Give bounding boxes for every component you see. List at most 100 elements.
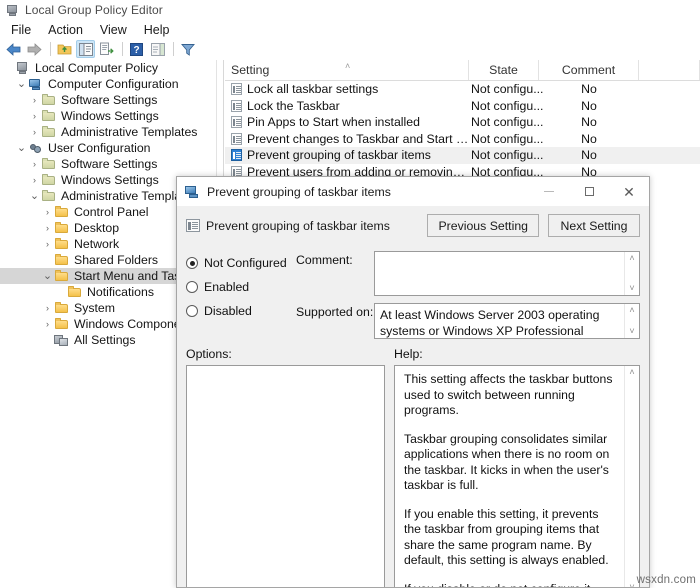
tree-item-administrative-templates[interactable]: › Administrative Templates — [0, 124, 216, 140]
folder-icon — [54, 269, 70, 283]
tree-item-label: Notifications — [87, 285, 154, 299]
setting-icon — [186, 219, 200, 232]
column-header-comment[interactable]: Comment — [539, 60, 639, 80]
chevron-right-icon[interactable]: › — [28, 108, 41, 124]
radio-disabled[interactable]: Disabled — [186, 299, 296, 323]
tree-item-label: Shared Folders — [74, 253, 158, 267]
chevron-none-icon — [41, 332, 54, 348]
chevron-right-icon[interactable]: › — [41, 204, 54, 220]
tree-item-user-configuration[interactable]: ⌄ User Configuration — [0, 140, 216, 156]
cell-state: Not configu... — [469, 148, 539, 162]
folder-icon — [54, 253, 70, 267]
comment-input[interactable]: ˄ ˅ — [374, 251, 640, 296]
tree-item-label: User Configuration — [48, 141, 151, 155]
chevron-right-icon[interactable]: › — [41, 220, 54, 236]
chevron-right-icon[interactable]: › — [28, 156, 41, 172]
show-hide-action-pane-button[interactable] — [148, 40, 167, 58]
menu-bar: File Action View Help — [0, 20, 700, 39]
help-text: This setting affects the taskbar buttons… — [395, 366, 623, 588]
close-button[interactable]: ✕ — [609, 177, 649, 206]
policy-setting-dialog: Prevent grouping of taskbar items ✕ Prev… — [176, 176, 650, 588]
chevron-right-icon[interactable]: › — [41, 300, 54, 316]
previous-setting-button[interactable]: Previous Setting — [427, 214, 539, 237]
tree-item-windows-settings[interactable]: › Windows Settings — [0, 108, 216, 124]
chevron-down-icon[interactable]: ⌄ — [15, 143, 28, 154]
policy-setting-icon — [231, 133, 242, 145]
dialog-subheader: Prevent grouping of taskbar items Previo… — [177, 206, 649, 245]
chevron-right-icon[interactable]: › — [28, 92, 41, 108]
chevron-down-icon[interactable]: ⌄ — [28, 191, 41, 202]
show-hide-console-tree-button[interactable] — [76, 40, 95, 58]
cell-setting: Prevent grouping of taskbar items — [225, 148, 469, 162]
tree-item-label: Administrative Templates — [61, 125, 197, 139]
folder-icon — [41, 173, 57, 187]
toolbar-separator — [50, 42, 51, 56]
menu-item-file[interactable]: File — [8, 21, 39, 39]
chevron-right-icon[interactable]: › — [28, 124, 41, 140]
tree-item-software-settings[interactable]: ›Software Settings — [0, 92, 216, 108]
back-button[interactable] — [4, 40, 23, 58]
scroll-up-icon[interactable]: ˄ — [629, 306, 634, 315]
supported-on-scrollbar[interactable]: ˄ ˅ — [624, 304, 639, 338]
up-one-level-button[interactable] — [55, 40, 74, 58]
radio-not-configured-label: Not Configured — [204, 256, 287, 270]
console-tree-icon — [79, 43, 93, 56]
maximize-button[interactable] — [569, 177, 609, 206]
table-row[interactable]: Lock the TaskbarNot configu...No — [225, 98, 700, 115]
tree-item-computer-configuration[interactable]: ⌄ Computer Configuration — [0, 76, 216, 92]
menu-item-help[interactable]: Help — [141, 21, 178, 39]
table-row[interactable]: Lock all taskbar settingsNot configu...N… — [225, 81, 700, 98]
table-row[interactable]: Prevent grouping of taskbar itemsNot con… — [225, 147, 700, 164]
tree-item-software-settings[interactable]: ›Software Settings — [0, 156, 216, 172]
policy-setting-icon — [231, 83, 242, 95]
chevron-right-icon[interactable]: › — [41, 316, 54, 332]
help-scrollbar[interactable]: ˄ ˅ — [624, 366, 639, 588]
chevron-right-icon[interactable]: › — [28, 172, 41, 188]
folder-icon — [41, 125, 57, 139]
folder-icon — [54, 301, 70, 315]
tree-item-local-computer-policy[interactable]: Local Computer Policy — [0, 60, 216, 76]
comment-field-row: Comment: ˄ ˅ — [296, 251, 640, 296]
radio-not-configured[interactable]: Not Configured — [186, 251, 296, 275]
filter-button[interactable] — [178, 40, 197, 58]
column-header-setting[interactable]: Setting ˄ — [225, 60, 469, 80]
tree-item-label: Windows Settings — [61, 109, 159, 123]
help-button[interactable]: ? — [127, 40, 146, 58]
policy-setting-icon — [231, 149, 242, 161]
comment-scrollbar[interactable]: ˄ ˅ — [624, 252, 639, 295]
filter-funnel-icon — [181, 43, 195, 56]
scroll-down-icon[interactable]: ˅ — [629, 327, 634, 336]
table-row[interactable]: Prevent changes to Taskbar and Start Men… — [225, 131, 700, 148]
dialog-fields: Comment: ˄ ˅ Supported on: At least — [296, 245, 640, 337]
dialog-title-bar: Prevent grouping of taskbar items ✕ — [177, 177, 649, 206]
tree-item-label: Computer Configuration — [48, 77, 179, 91]
scroll-down-icon[interactable]: ˅ — [629, 583, 634, 588]
setting-name: Pin Apps to Start when installed — [247, 115, 420, 129]
options-pane[interactable] — [186, 365, 385, 588]
scroll-up-icon[interactable]: ˄ — [629, 368, 634, 377]
help-paragraph: This setting affects the taskbar buttons… — [404, 372, 614, 419]
setting-name: Lock all taskbar settings — [247, 82, 378, 96]
supported-on-input[interactable]: At least Windows Server 2003 operating s… — [374, 303, 640, 339]
help-pane: This setting affects the taskbar buttons… — [394, 365, 640, 588]
column-header-state[interactable]: State — [469, 60, 539, 80]
menu-item-view[interactable]: View — [97, 21, 135, 39]
folder-icon — [54, 205, 70, 219]
export-list-button[interactable] — [97, 40, 116, 58]
chevron-right-icon[interactable]: › — [41, 236, 54, 252]
dialog-body: Not Configured Enabled Disabled Comment: — [177, 245, 649, 588]
next-setting-button[interactable]: Next Setting — [548, 214, 640, 237]
column-header-state-label: State — [489, 63, 518, 77]
radio-enabled[interactable]: Enabled — [186, 275, 296, 299]
chevron-down-icon[interactable]: ⌄ — [41, 271, 54, 282]
chevron-down-icon[interactable]: ⌄ — [15, 79, 28, 90]
menu-item-action[interactable]: Action — [45, 21, 91, 39]
toolbar-separator-3 — [173, 42, 174, 56]
policy-setting-icon — [231, 116, 242, 128]
scroll-down-icon[interactable]: ˅ — [629, 284, 634, 293]
maximize-icon — [585, 187, 594, 196]
minimize-button[interactable] — [529, 177, 569, 206]
forward-button[interactable] — [25, 40, 44, 58]
table-row[interactable]: Pin Apps to Start when installedNot conf… — [225, 114, 700, 131]
scroll-up-icon[interactable]: ˄ — [629, 254, 634, 263]
